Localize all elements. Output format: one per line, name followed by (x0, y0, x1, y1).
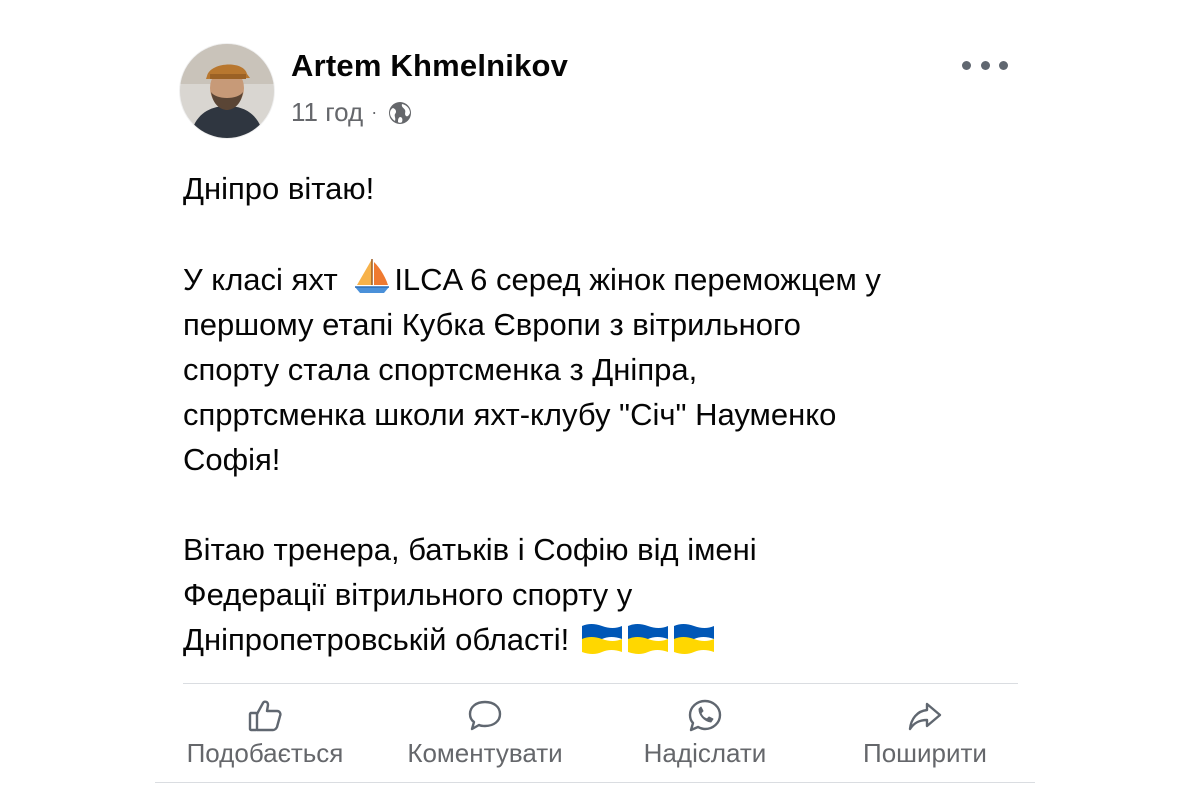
post-line: Вітаю тренера, батьків і Софію від імені (183, 532, 757, 567)
sailboat-icon (355, 259, 390, 293)
author-name[interactable]: Artem Khmelnikov (291, 48, 568, 84)
comment-icon (468, 700, 502, 731)
like-button[interactable]: Подобається (155, 696, 375, 776)
ukraine-flag-icon (581, 624, 622, 654)
post-line: спрртсменка школи яхт-клубу "Січ" Наумен… (183, 397, 837, 432)
more-options-button[interactable] (962, 50, 1008, 80)
more-dots-icon (999, 60, 1008, 70)
globe-icon[interactable] (387, 100, 413, 126)
actions-divider-bottom (155, 782, 1035, 783)
share-button[interactable]: Поширити (815, 696, 1035, 776)
post-line: Федерації вітрильного спорту у (183, 577, 633, 612)
meta-separator: · (371, 102, 378, 122)
author-avatar[interactable] (180, 44, 274, 138)
post-text-span: Дніпропетровській області! (183, 622, 570, 657)
post-line: першому етапі Кубка Європи з вітрильного (183, 307, 801, 342)
share-label: Поширити (863, 738, 987, 768)
share-icon (908, 702, 942, 731)
actions-divider-top (183, 683, 1018, 684)
post-text-span: ILCA 6 серед жінок переможцем у (394, 262, 881, 297)
post-line: спорту стала спортсменка з Дніпра, (183, 352, 698, 387)
whatsapp-icon (688, 699, 722, 732)
more-dots-icon (980, 60, 990, 70)
like-label: Подобається (186, 738, 344, 768)
send-button[interactable]: Надіслати (595, 696, 815, 776)
send-label: Надіслати (643, 738, 767, 768)
post-text-span: У класі яхт (183, 262, 338, 297)
post-time[interactable]: 11 год (291, 97, 363, 128)
post-meta: 11 год · (291, 97, 413, 128)
like-icon (248, 700, 282, 732)
comment-button[interactable]: Коментувати (375, 696, 595, 776)
post-line: Дніпропетровській області! (183, 617, 1063, 662)
ukraine-flag-icon (673, 624, 714, 654)
post-line: У класі яхт ILCA 6 серед жінок переможце… (183, 256, 1063, 302)
post-line: Софія! (183, 442, 281, 477)
ukraine-flag-icon (627, 624, 668, 654)
avatar-image (180, 44, 274, 138)
more-dots-icon (962, 60, 971, 70)
post-action-bar: Подобається Коментувати Надіслати Пошири… (155, 696, 1035, 776)
comment-label: Коментувати (407, 738, 563, 768)
post-greeting: Дніпро вітаю! (183, 171, 375, 206)
post-body: Дніпро вітаю! У класі яхт ILCA 6 серед ж… (183, 166, 1063, 662)
